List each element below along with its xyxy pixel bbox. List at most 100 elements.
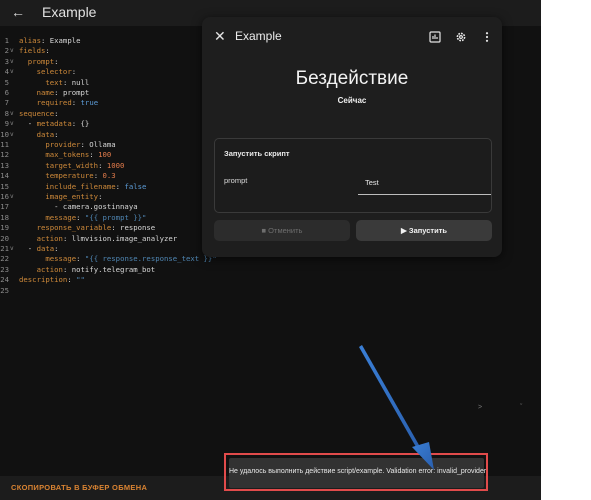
line-number: 24 bbox=[0, 275, 9, 285]
code-token: "{{ response.response_text }}" bbox=[84, 254, 217, 264]
code-token: message bbox=[45, 212, 77, 222]
line-number: 1 bbox=[4, 36, 9, 45]
run-button[interactable]: ▶ Запустить bbox=[356, 220, 492, 241]
code-token: description bbox=[19, 275, 68, 285]
line-number: 5 bbox=[4, 77, 9, 87]
code-token: alias bbox=[19, 36, 41, 45]
code-token: : bbox=[54, 56, 59, 66]
code-token: true bbox=[80, 98, 99, 108]
code-line[interactable]: 23 action: notify.telegram_bot bbox=[0, 265, 541, 275]
code-token: : bbox=[54, 108, 59, 118]
line-number: 14 bbox=[0, 171, 9, 181]
fold-chevron-icon[interactable]: v bbox=[10, 119, 14, 129]
line-number: 16 bbox=[0, 192, 9, 201]
line-number: 20 bbox=[0, 233, 9, 243]
code-text: sequence: bbox=[19, 109, 59, 119]
code-text: image_entity: bbox=[19, 192, 102, 202]
app-window: ← Example 1 alias: Example 2 v fields: 3 v pro… bbox=[0, 0, 541, 500]
code-token: metadata bbox=[36, 119, 72, 129]
arrow-left-icon[interactable]: ← bbox=[10, 4, 26, 20]
code-token: : bbox=[89, 150, 99, 160]
line-number: 3 bbox=[4, 56, 9, 66]
code-token: action bbox=[36, 233, 63, 243]
fold-chevron-icon[interactable]: v bbox=[10, 192, 14, 202]
more-vertical-icon[interactable] bbox=[481, 30, 493, 42]
code-text: message: "{{ prompt }}" bbox=[19, 213, 146, 223]
code-token: data bbox=[36, 129, 55, 139]
code-token: message bbox=[45, 254, 77, 264]
code-text: - data: bbox=[19, 244, 59, 254]
fold-chevron-icon[interactable]: v bbox=[10, 46, 14, 56]
code-token: data bbox=[36, 244, 55, 253]
line-number: 25 bbox=[0, 285, 9, 295]
line-number: 13 bbox=[0, 160, 9, 170]
code-token: : llmvision.image_analyzer bbox=[62, 233, 178, 243]
chart-icon[interactable] bbox=[429, 30, 441, 43]
scroll-mark: ˇ bbox=[520, 404, 523, 411]
line-number: 6 bbox=[4, 88, 9, 97]
cancel-button[interactable]: ■ Отменить bbox=[214, 220, 350, 241]
code-token: : bbox=[76, 254, 85, 264]
close-icon[interactable]: ✕ bbox=[214, 29, 226, 43]
code-token: : bbox=[71, 67, 77, 77]
code-text: alias: Example bbox=[19, 36, 81, 46]
code-text: - metadata: {} bbox=[19, 119, 90, 129]
code-token: : bbox=[54, 129, 59, 139]
code-token: : bbox=[98, 160, 107, 170]
code-text: fields: bbox=[19, 46, 50, 56]
prompt-field-label: prompt bbox=[224, 176, 248, 185]
highlight-box bbox=[224, 453, 488, 491]
gear-icon[interactable] bbox=[455, 30, 467, 42]
line-number: 17 bbox=[0, 202, 9, 212]
code-text: include_filename: false bbox=[19, 182, 146, 192]
code-token: : prompt bbox=[54, 88, 90, 97]
fold-chevron-icon[interactable]: v bbox=[10, 130, 14, 140]
code-token: : null bbox=[62, 77, 90, 87]
code-text: description: "" bbox=[19, 275, 85, 285]
code-token: 100 bbox=[98, 150, 112, 160]
code-text: action: notify.telegram_bot bbox=[19, 264, 156, 275]
code-token: max_tokens bbox=[45, 150, 90, 160]
line-number: 18 bbox=[0, 212, 9, 222]
fold-chevron-icon[interactable]: v bbox=[10, 67, 14, 77]
code-token: : bbox=[54, 244, 59, 253]
code-token: - camera.gostinnaya bbox=[19, 202, 138, 212]
fold-chevron-icon[interactable]: v bbox=[10, 57, 14, 67]
line-number: 23 bbox=[0, 264, 9, 274]
line-number: 7 bbox=[4, 98, 9, 108]
stop-icon: ■ bbox=[261, 226, 267, 235]
fold-chevron-icon[interactable]: v bbox=[10, 109, 14, 119]
code-text: action: llmvision.image_analyzer bbox=[19, 233, 178, 244]
prompt-input[interactable] bbox=[358, 170, 491, 195]
code-text: response_variable: response bbox=[19, 223, 156, 233]
fold-chevron-icon[interactable]: v bbox=[10, 244, 14, 254]
code-token: prompt bbox=[27, 56, 55, 66]
line-number: 9 bbox=[4, 119, 9, 129]
code-token: text bbox=[45, 77, 63, 87]
card-title: Запустить скрипт bbox=[224, 149, 290, 158]
code-text: selector: bbox=[19, 67, 77, 77]
code-token: 1000 bbox=[106, 160, 125, 170]
copy-to-clipboard-button[interactable]: СКОПИРОВАТЬ В БУФЕР ОБМЕНА bbox=[11, 483, 147, 492]
code-text: temperature: 0.3 bbox=[19, 171, 116, 181]
code-token: : bbox=[71, 98, 81, 108]
code-token: temperature bbox=[45, 171, 94, 181]
code-token: "{{ prompt }}" bbox=[84, 212, 147, 222]
line-number: 21 bbox=[0, 244, 9, 253]
code-token: 0.3 bbox=[102, 171, 116, 181]
code-token: action bbox=[36, 264, 63, 274]
code-line[interactable]: 24 description: "" bbox=[0, 275, 541, 285]
code-token: : bbox=[67, 275, 77, 285]
code-token: : Example bbox=[40, 36, 81, 45]
code-line[interactable]: 25 bbox=[0, 286, 541, 296]
